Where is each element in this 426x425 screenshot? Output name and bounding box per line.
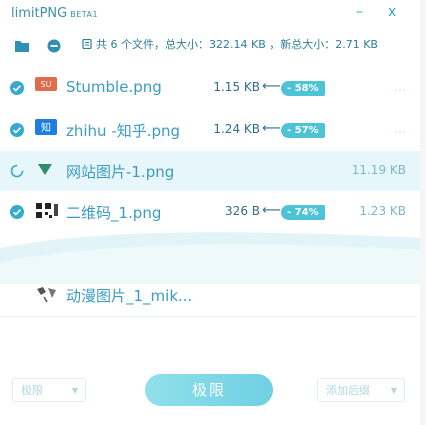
divider [0,316,426,317]
level-select-value: 极限 [21,384,43,397]
file-name: 动漫图片_1_mik... [66,287,193,305]
file-name: Stumble.png [66,78,162,96]
check-icon [10,81,24,95]
file-row[interactable]: 二维码_1.png 326 B ⟵ - 74% 1.23 KB [0,192,426,232]
file-name: 网站图片-1.png [66,163,175,181]
bottom-bar: 极限 ▼ 极限 添加后缀 ▼ [0,360,426,420]
reduction-badge: - 57% [281,123,325,138]
minimize-button[interactable]: – [356,4,363,20]
clear-icon[interactable] [46,38,62,54]
file-row[interactable]: SU Stumble.png 1.15 KB ⟵ - 58% … [0,68,426,108]
toolbar: 共 6 个文件，总大小：322.14 KB ，新总大小：2.71 KB [0,30,426,60]
folder-icon[interactable] [14,38,30,54]
new-size: … [394,80,406,94]
summary: 共 6 个文件，总大小：322.14 KB ，新总大小：2.71 KB [82,36,378,52]
anime-thumbnail-icon [37,287,56,303]
original-size: 1.24 KB [213,122,260,136]
title-bar: limitPNG BETA1 – x [0,0,426,28]
summary-text: 共 6 个文件，总大小：322.14 KB ，新总大小：2.71 KB [96,38,378,51]
file-name: zhihu -知乎.png [66,122,181,140]
stumble-thumbnail-icon: SU [35,77,57,91]
svg-text:知: 知 [41,121,51,134]
level-select[interactable]: 极限 ▼ [12,378,86,402]
file-row[interactable]: 动漫图片_1_mik... [0,275,426,315]
new-size: 1.23 KB [359,204,406,218]
new-size: 11.19 KB [351,163,406,177]
suffix-select-value: 添加后缀 [326,384,370,397]
file-info-icon [82,39,92,49]
check-icon [10,123,24,137]
new-size: … [394,122,406,136]
triangle-thumbnail-icon [38,164,52,175]
zhihu-thumbnail-icon: 知 [35,119,57,135]
chevron-down-icon: ▼ [390,386,397,395]
qrcode-thumbnail-icon [36,203,58,218]
svg-text:SU: SU [41,80,52,89]
check-icon [10,205,24,219]
original-size: 326 B [225,204,260,218]
reduction-badge: - 58% [281,81,325,96]
arrow-icon: ⟵ [262,203,281,218]
arrow-icon: ⟵ [262,121,281,136]
close-button[interactable]: x [388,4,396,20]
scrollbar[interactable] [420,0,426,425]
beta-label: BETA1 [70,10,99,19]
reduction-badge: - 74% [281,205,325,220]
compress-button[interactable]: 极限 [145,374,273,406]
suffix-select[interactable]: 添加后缀 ▼ [317,378,405,402]
loading-icon [10,164,24,178]
app-title: limitPNG BETA1 [11,6,98,21]
file-row[interactable]: 网站图片-1.png 11.19 KB [0,151,426,191]
original-size: 1.15 KB [213,80,260,94]
file-name: 二维码_1.png [66,204,162,222]
chevron-down-icon: ▼ [71,386,78,395]
app-name: limitPNG [11,6,68,21]
file-row[interactable]: 知 zhihu -知乎.png 1.24 KB ⟵ - 57% … [0,110,426,150]
arrow-icon: ⟵ [262,79,281,94]
